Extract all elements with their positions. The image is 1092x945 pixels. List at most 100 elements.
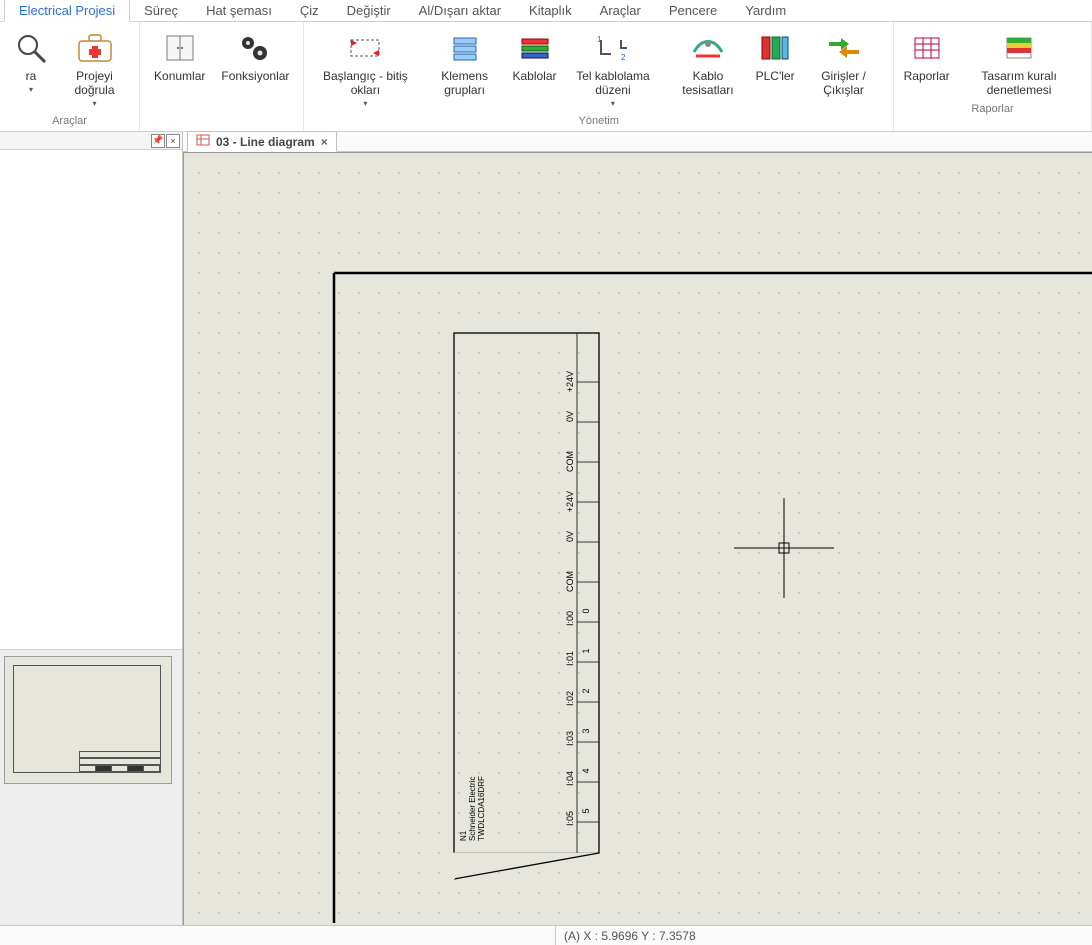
plcs-icon [755,28,795,68]
ribbon: ra▾ Projeyi doğrula▾ Araçlar Konumlar [0,22,1092,132]
main-area: 📌 × 03 - Line diagram × [0,132,1092,925]
svg-text:N1: N1 [459,830,468,841]
cableinstalls-label: Kablo tesisatları [674,69,742,97]
locations-label: Konumlar [154,69,205,83]
svg-text:+24V: +24V [565,371,575,392]
svg-text:I:05: I:05 [565,811,575,826]
firstaid-icon [75,28,115,68]
doc-icon [196,134,210,149]
ribbon-group-generic: Konumlar Fonksiyonlar [140,22,303,131]
arrows-icon [345,28,385,68]
document-tabbar: 03 - Line diagram × [183,132,1092,152]
drc-button[interactable]: Tasarım kuralı denetlemesi [953,24,1085,101]
svg-text:3: 3 [581,728,591,733]
arrows-label: Başlangıç - bitiş okları [318,69,412,97]
functions-label: Fonksiyonlar [221,69,289,83]
drawing-canvas[interactable]: +24V0VCOM+24V0VCOMI:000I:011I:022I:033I:… [183,152,1092,925]
verify-project-button[interactable]: Projeyi doğrula▾ [56,24,133,113]
status-coords: (A) X : 5.9696 Y : 7.3578 [555,926,704,945]
svg-text:0V: 0V [565,411,575,422]
tab-modify[interactable]: Değiştir [333,0,405,21]
arrows-button[interactable]: Başlangıç - bitiş okları▾ [310,24,420,113]
ribbon-tabs: Electrical Projesi Süreç Hat şeması Çiz … [0,0,1092,22]
dropdown-icon: ▾ [26,83,37,97]
gears-icon [235,28,275,68]
left-dockpanel: 📌 × [0,132,183,925]
svg-text:5: 5 [581,808,591,813]
group-label-reports: Raporlar [971,101,1013,119]
svg-text:I:04: I:04 [565,771,575,786]
svg-text:I:03: I:03 [565,731,575,746]
svg-text:+24V: +24V [565,491,575,512]
close-icon[interactable]: × [166,134,180,148]
tab-electrical-project[interactable]: Electrical Projesi [4,0,130,22]
tab-tools[interactable]: Araçlar [586,0,655,21]
cableinstalls-button[interactable]: Kablo tesisatları [666,24,750,113]
wiring-button[interactable]: 12 Tel kablolama düzeni▾ [560,24,666,113]
verify-label: Projeyi doğrula [64,69,125,97]
svg-text:TWDLCDA16DRF: TWDLCDA16DRF [477,776,486,841]
tree-area[interactable] [0,150,182,650]
ribbon-group-tools: ra▾ Projeyi doğrula▾ Araçlar [0,22,140,131]
cables-button[interactable]: Kablolar [509,24,560,113]
document-tab-label: 03 - Line diagram [216,135,315,149]
locations-button[interactable]: Konumlar [146,24,213,101]
io-icon [824,28,864,68]
cables-label: Kablolar [512,69,556,83]
dropdown-icon: ▾ [318,97,412,111]
plcs-label: PLC'ler [756,69,795,83]
document-tab[interactable]: 03 - Line diagram × [187,131,337,152]
ribbon-group-manage: Başlangıç - bitiş okları▾ Klemens grupla… [303,22,894,131]
tab-importexport[interactable]: Al/Dışarı aktar [405,0,515,21]
svg-text:2: 2 [621,53,626,62]
tab-linediagram[interactable]: Hat şeması [192,0,286,21]
tab-draw[interactable]: Çiz [286,0,333,21]
svg-text:0: 0 [581,608,591,613]
dropdown-icon: ▾ [568,97,658,111]
ribbon-group-reports: Raporlar Tasarım kuralı denetlemesi Rapo… [894,22,1092,131]
svg-text:1: 1 [597,35,602,44]
svg-text:0V: 0V [565,531,575,542]
svg-text:I:02: I:02 [565,691,575,706]
page-thumbnail[interactable] [4,656,172,784]
wiring-icon: 12 [593,28,633,68]
cables-icon [515,28,555,68]
svg-text:2: 2 [581,688,591,693]
svg-text:I:00: I:00 [565,611,575,626]
plcs-button[interactable]: PLC'ler [750,24,800,113]
search-icon [11,28,51,68]
functions-button[interactable]: Fonksiyonlar [213,24,297,101]
reports-icon [907,28,947,68]
search-button[interactable]: ra▾ [6,24,56,113]
wiring-label: Tel kablolama düzeni [568,69,658,97]
group-label-tools: Araçlar [52,113,87,131]
pane-titlebar: 📌 × [0,132,182,150]
svg-text:I:01: I:01 [565,651,575,666]
workspace: 03 - Line diagram × +24V 0V COM +24V 0V COM I:… [183,132,1092,925]
drc-icon [999,28,1039,68]
terminals-button[interactable]: Klemens grupları [420,24,509,113]
tab-library[interactable]: Kitaplık [515,0,586,21]
group-label-manage: Yönetim [579,113,619,131]
document-close-icon[interactable]: × [321,135,328,149]
locations-icon [160,28,200,68]
dropdown-icon: ▾ [64,97,125,111]
svg-text:COM: COM [565,451,575,472]
svg-text:COM: COM [565,571,575,592]
thumbnail-area [0,650,182,925]
terminals-label: Klemens grupları [428,69,501,97]
pin-icon[interactable]: 📌 [151,134,165,148]
cableinstalls-icon [688,28,728,68]
drc-label: Tasarım kuralı denetlemesi [961,69,1077,97]
io-button[interactable]: Girişler / Çıkışlar [800,24,887,113]
svg-text:4: 4 [581,768,591,773]
status-bar: (A) X : 5.9696 Y : 7.3578 [0,925,1092,945]
search-label: ra [26,69,37,83]
svg-text:Schneider Electric: Schneider Electric [468,777,477,841]
tab-help[interactable]: Yardım [731,0,800,21]
reports-button[interactable]: Raporlar [900,24,953,101]
tab-window[interactable]: Pencere [655,0,731,21]
terminals-icon [445,28,485,68]
tab-process[interactable]: Süreç [130,0,192,21]
io-label: Girişler / Çıkışlar [808,69,879,97]
